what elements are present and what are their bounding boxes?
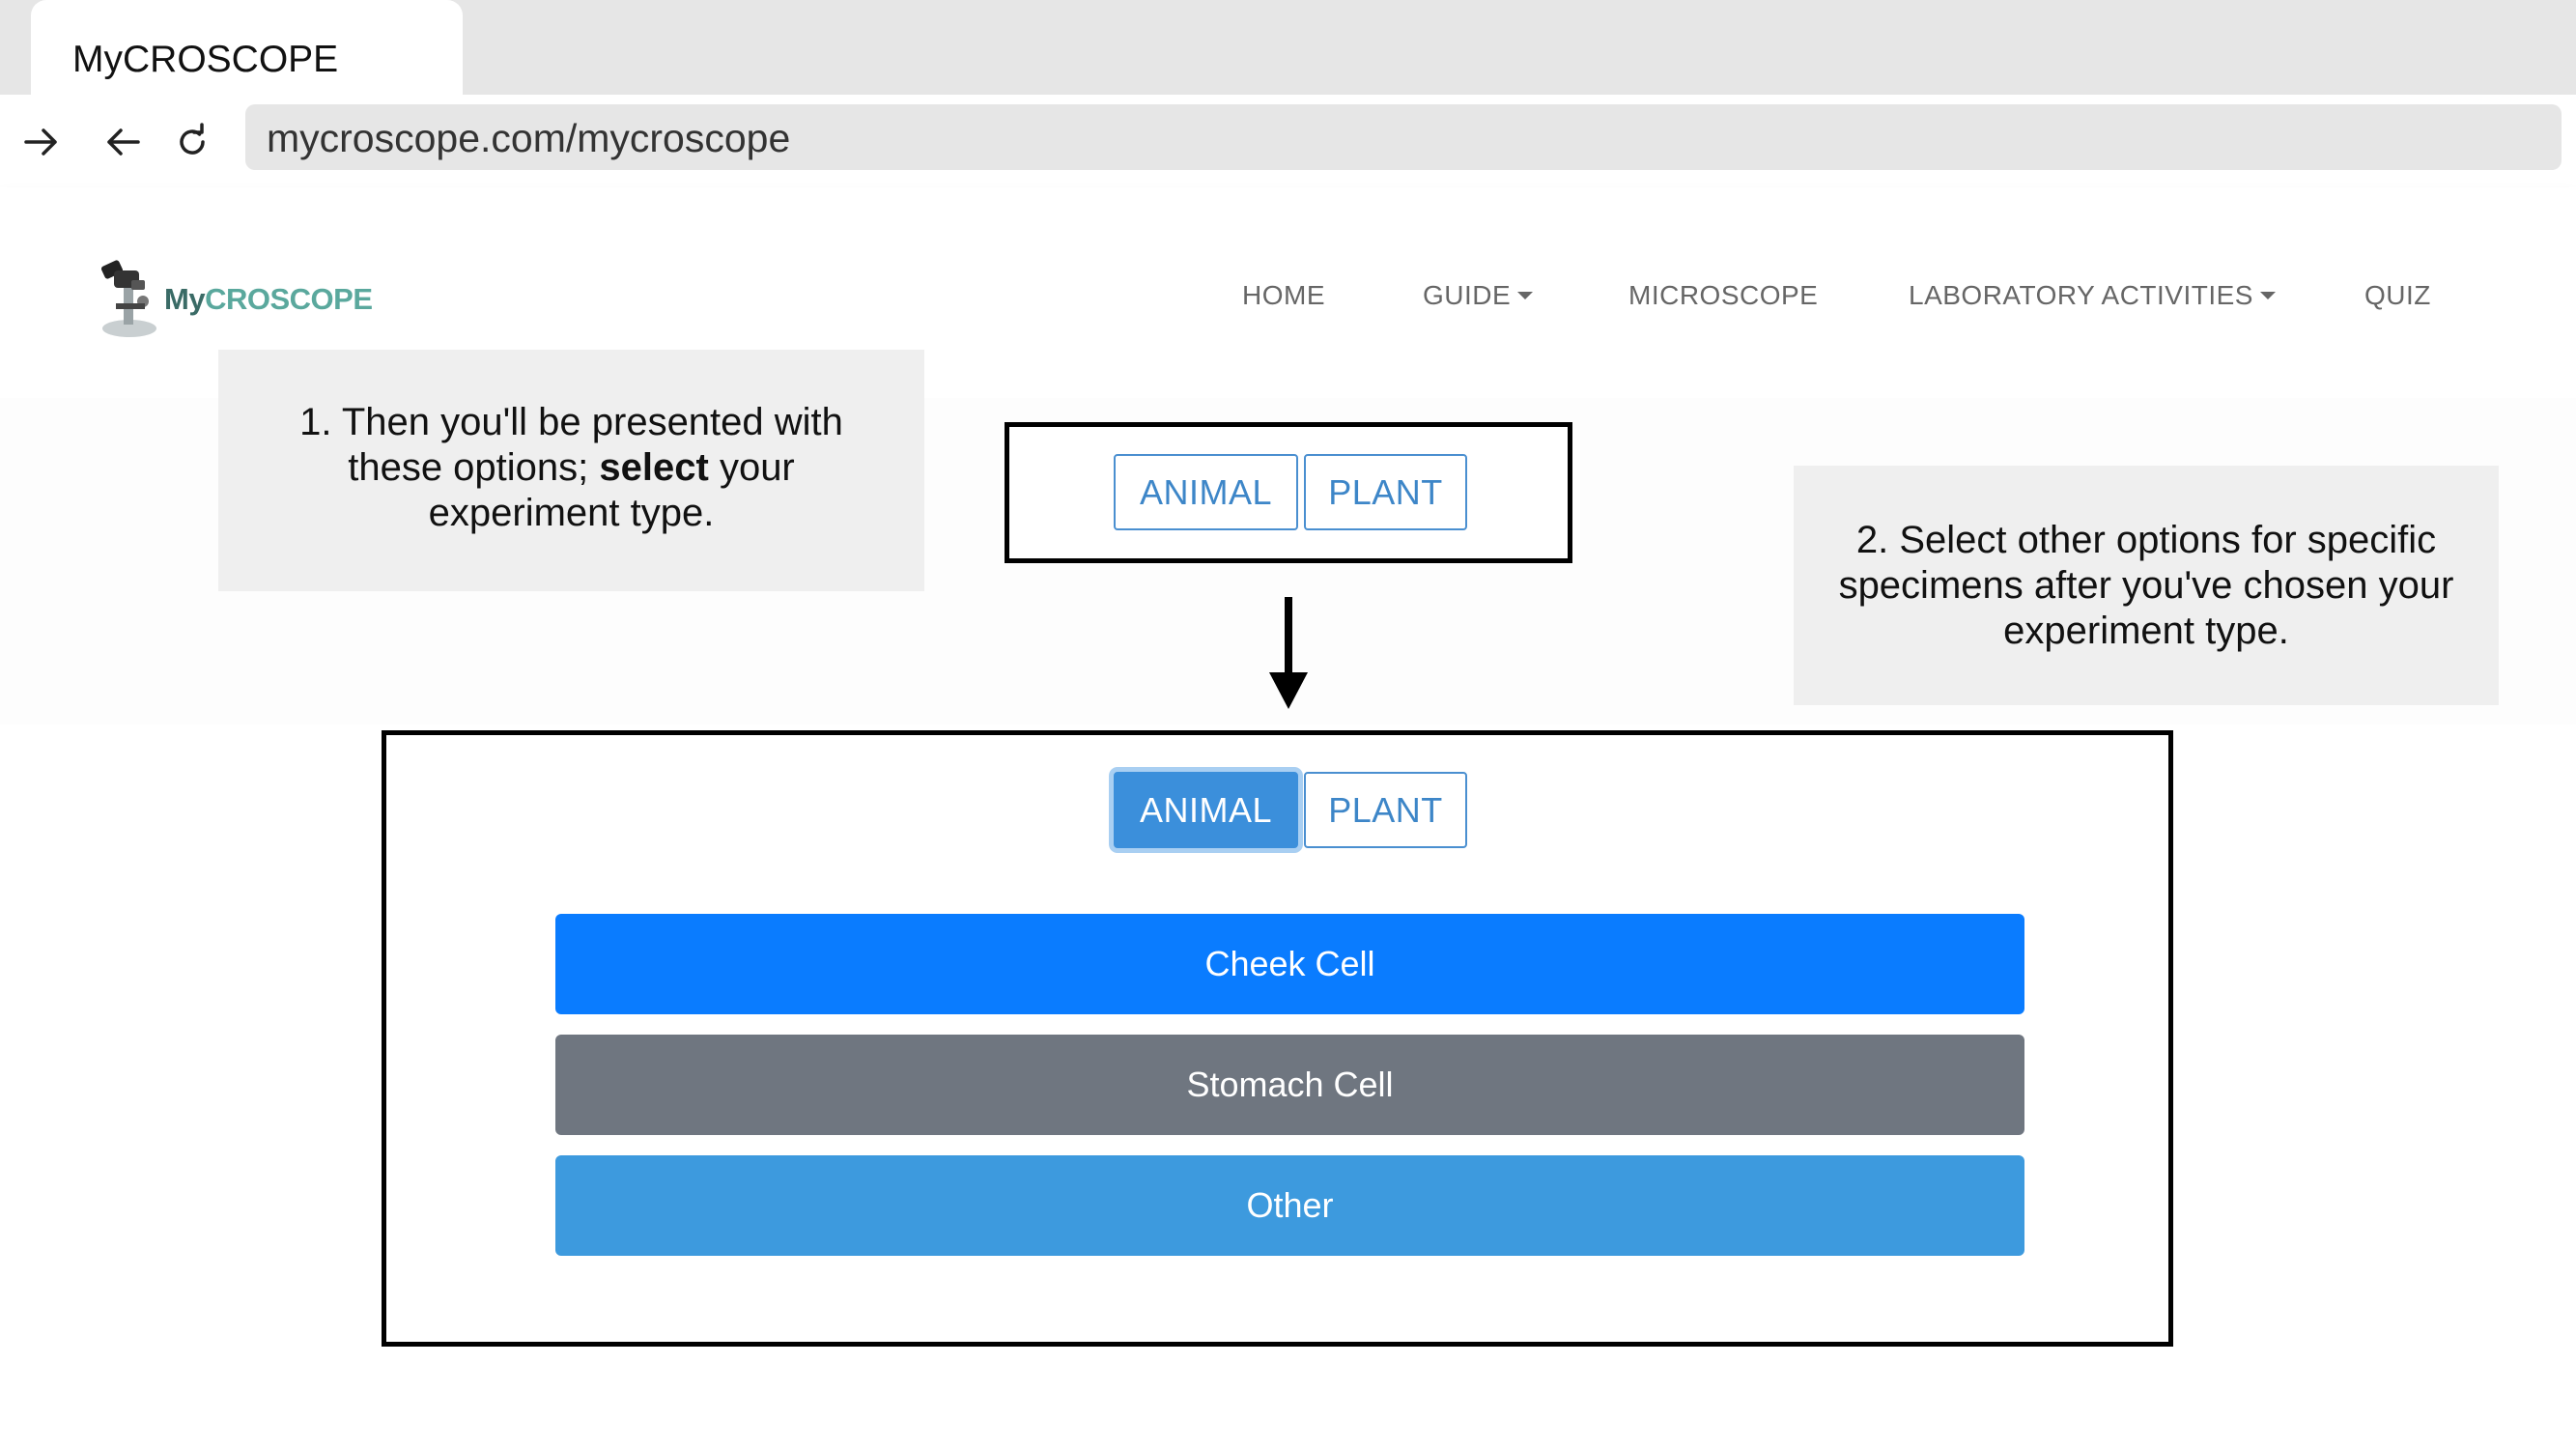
- nav-guide[interactable]: GUIDE: [1423, 280, 1534, 311]
- browser-toolbar: mycroscope.com/mycroscope: [0, 95, 2576, 187]
- other-button[interactable]: Other: [555, 1155, 2024, 1256]
- microscope-logo-icon[interactable]: [95, 255, 162, 340]
- address-bar[interactable]: mycroscope.com/mycroscope: [245, 104, 2562, 170]
- step-1-frame: ANIMAL PLANT: [1005, 422, 1572, 563]
- back-button[interactable]: [95, 114, 151, 170]
- animal-button-selected[interactable]: ANIMAL: [1114, 772, 1298, 848]
- arrow-right-icon: [24, 128, 57, 156]
- logo-text[interactable]: MyCROSCOPE: [164, 282, 373, 317]
- plant-button[interactable]: PLANT: [1304, 454, 1467, 530]
- url-text: mycroscope.com/mycroscope: [267, 116, 791, 160]
- experiment-type-toggle-selected: ANIMAL PLANT: [1114, 772, 1467, 848]
- arrow-down-icon: [1269, 597, 1308, 709]
- caret-down-icon: [1517, 292, 1534, 299]
- callout-step-2: 2. Select other options for specific spe…: [1794, 466, 2499, 705]
- reload-icon: [180, 123, 205, 155]
- browser-tab[interactable]: MyCROSCOPE: [31, 0, 463, 95]
- callout-step-1: 1. Then you'll be presented with these o…: [218, 350, 924, 591]
- caret-down-icon: [2260, 292, 2276, 299]
- nav-quiz[interactable]: QUIZ: [2364, 280, 2431, 311]
- tab-title: MyCROSCOPE: [72, 39, 339, 80]
- reload-button[interactable]: [164, 114, 220, 170]
- stomach-cell-button[interactable]: Stomach Cell: [555, 1035, 2024, 1135]
- nav-microscope[interactable]: MICROSCOPE: [1628, 280, 1818, 311]
- arrow-left-icon: [107, 128, 140, 156]
- animal-button[interactable]: ANIMAL: [1114, 454, 1298, 530]
- nav-laboratory-activities[interactable]: LABORATORY ACTIVITIES: [1909, 280, 2276, 311]
- cheek-cell-button[interactable]: Cheek Cell: [555, 914, 2024, 1014]
- experiment-type-toggle: ANIMAL PLANT: [1114, 454, 1467, 530]
- nav-home[interactable]: HOME: [1242, 280, 1325, 311]
- step-2-frame: ANIMAL PLANT Cheek Cell Stomach Cell Oth…: [382, 730, 2173, 1347]
- browser-tabstrip: MyCROSCOPE: [0, 0, 2576, 95]
- forward-button[interactable]: [14, 114, 70, 170]
- plant-button[interactable]: PLANT: [1304, 772, 1467, 848]
